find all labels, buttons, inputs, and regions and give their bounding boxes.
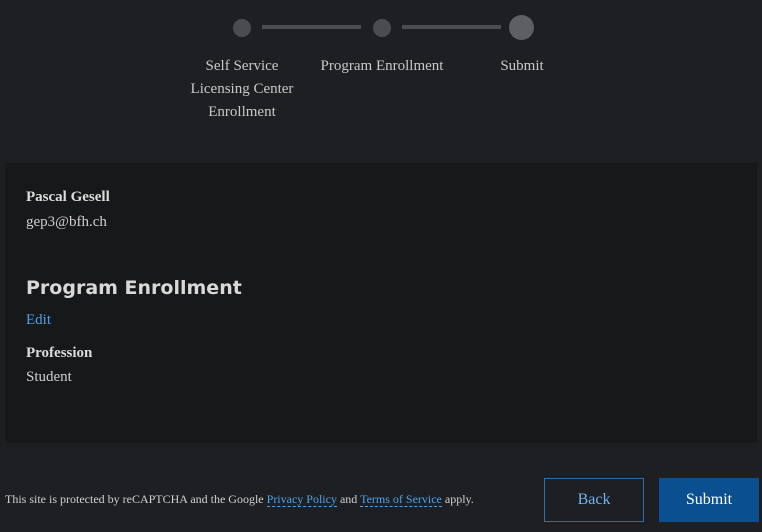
section-title-program-enrollment: Program Enrollment — [26, 277, 242, 299]
submit-button[interactable]: Submit — [659, 478, 759, 522]
user-email: gep3@bfh.ch — [26, 214, 107, 230]
recaptcha-notice-prefix: This site is protected by reCAPTCHA and … — [5, 492, 267, 506]
profession-label: Profession — [26, 345, 93, 361]
privacy-policy-link[interactable]: Privacy Policy — [266, 492, 337, 507]
step-3-label: Submit — [482, 55, 562, 78]
step-2-dot — [373, 19, 391, 37]
edit-link[interactable]: Edit — [26, 312, 51, 329]
step-2-label-line-1: Program Enrollment — [320, 58, 444, 74]
recaptcha-notice-and: and — [336, 492, 361, 506]
recaptcha-notice-suffix: apply. — [441, 492, 474, 506]
progress-stepper: Self Service Licensing Center Enrollment… — [0, 0, 762, 130]
step-1-label-line-1: Self Service — [205, 58, 279, 74]
profession-value: Student — [26, 369, 72, 385]
step-1-label-line-2: Licensing Center — [190, 81, 294, 97]
step-2-label: Program Enrollment — [307, 55, 457, 78]
recaptcha-notice: This site is protected by reCAPTCHA and … — [5, 492, 474, 507]
user-name: Pascal Gesell — [26, 189, 110, 205]
step-1-dot — [233, 19, 251, 37]
step-3-dot-current — [509, 15, 534, 40]
step-connector-2 — [402, 25, 501, 29]
terms-of-service-link[interactable]: Terms of Service — [360, 492, 442, 507]
step-connector-1 — [262, 25, 361, 29]
step-1-label-line-3: Enrollment — [208, 104, 276, 120]
step-3-label-line-1: Submit — [500, 58, 544, 74]
step-1-label: Self Service Licensing Center Enrollment — [172, 55, 312, 124]
back-button[interactable]: Back — [544, 478, 644, 522]
review-card: Pascal Gesell gep3@bfh.ch Program Enroll… — [5, 163, 757, 443]
